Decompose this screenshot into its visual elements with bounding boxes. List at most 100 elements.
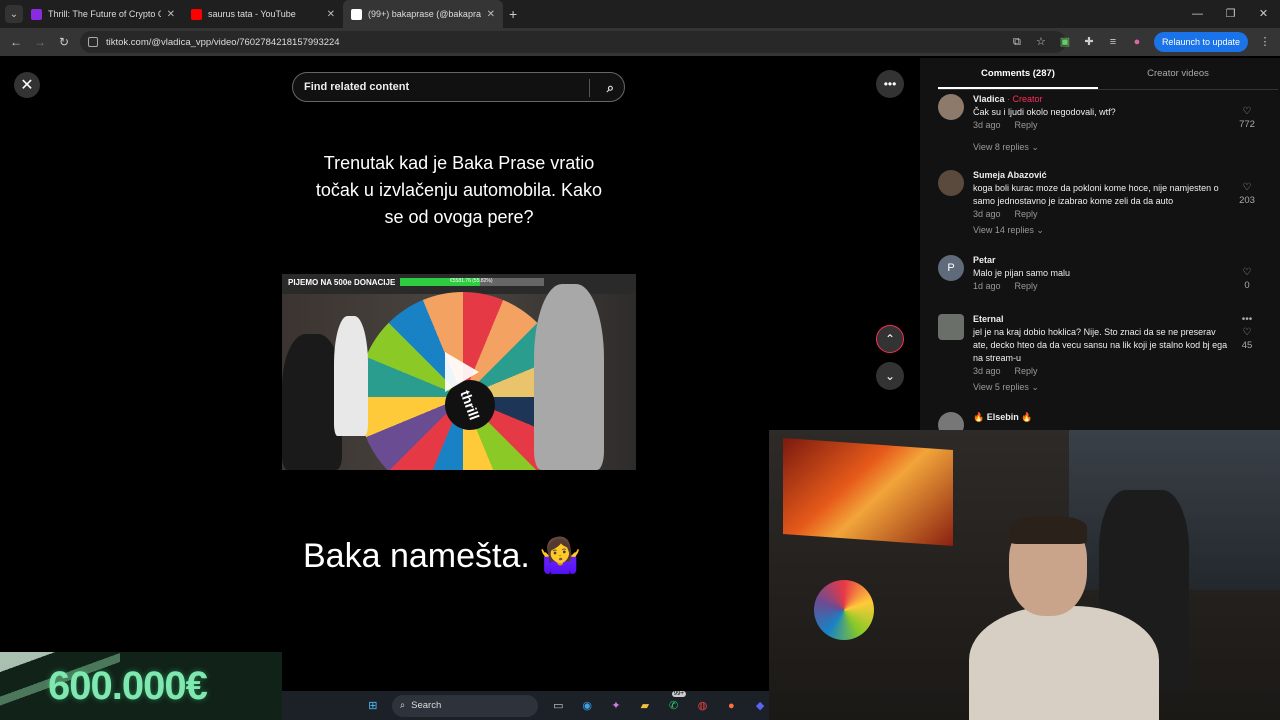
like-count: 45 [1241,340,1253,351]
avatar[interactable] [938,170,964,196]
tiktok-favicon-icon [351,8,362,20]
reply-button[interactable]: Reply [1015,120,1038,130]
back-icon[interactable]: ← [4,35,28,49]
tab-title: saurus tata - YouTube [208,9,296,19]
comment-text: koga boli kurac moze da pokloni kome hoc… [973,183,1219,206]
site-info-icon[interactable] [88,37,98,47]
comment-time: 3d ago [973,209,1001,219]
comment-author[interactable]: Petar [973,255,996,265]
divider [589,79,590,97]
puzzle-icon[interactable]: ✚ [1082,35,1096,49]
tab-creator-videos[interactable]: Creator videos [1098,68,1258,89]
close-tab-icon[interactable]: ✕ [327,9,335,20]
view-replies-button[interactable]: View 14 replies ⌄ [973,225,1233,236]
comment-time: 1d ago [973,281,1001,291]
more-dots-icon[interactable]: ••• [1236,314,1258,325]
avatar[interactable] [938,412,964,430]
bookmark-star-icon[interactable]: ☆ [1034,35,1048,49]
firefox-icon[interactable]: ● [722,697,740,715]
youtube-favicon-icon [191,8,202,20]
cam-tv-fireplace [783,438,953,546]
edge-icon[interactable]: ◉ [578,697,596,715]
comment-item: Vladica · Creator Čak su i ljudi okolo n… [938,94,1258,162]
search-icon: ⌕ [399,700,406,711]
video-caption: Baka nameštа. 🤷‍♀️ [303,537,582,575]
browser-tab-3[interactable]: (99+) bakaprase (@bakaprase) | ✕ [343,0,503,28]
comment-author[interactable]: Vladica [973,94,1005,104]
browser-tab-bar: ⌄ Thrill: The Future of Crypto Casi ✕ sa… [0,0,1280,28]
close-tab-icon[interactable]: ✕ [487,9,495,20]
windows-start-icon[interactable]: ⊞ [364,697,382,715]
comment-author[interactable]: Eternal [973,314,1004,324]
view-replies-button[interactable]: View 8 replies ⌄ [973,142,1233,153]
comment-item: 🔥 Elsebin 🔥 [938,412,1258,430]
reload-icon[interactable]: ↻ [52,35,76,49]
heart-icon: ♡ [1242,106,1252,117]
next-video-button[interactable]: ⌄ [876,362,904,390]
menu-dots-icon[interactable]: ⋮ [1258,35,1272,49]
comment-text: Malo je pijan samo malu [973,268,1071,278]
close-window-icon[interactable]: ✕ [1247,0,1280,28]
restore-icon[interactable]: ❐ [1214,0,1247,28]
relaunch-button[interactable]: Relaunch to update [1153,32,1248,52]
url-text: tiktok.com/@vladica_vpp/video/7602784218… [106,36,340,48]
tab-comments[interactable]: Comments (287) [938,68,1098,89]
reply-button[interactable]: Reply [1015,209,1038,219]
copilot-icon[interactable]: ✦ [607,697,625,715]
notification-badge: 99+ [671,690,686,697]
minimize-icon[interactable]: — [1181,0,1214,28]
cam-hair [1009,516,1087,544]
discord-icon[interactable]: ◆ [751,697,769,715]
tab-title: Thrill: The Future of Crypto Casi [48,9,161,19]
forward-icon[interactable]: → [28,35,52,49]
task-view-icon[interactable]: ▭ [549,697,567,715]
close-tab-icon[interactable]: ✕ [167,9,175,20]
profile-avatar-icon[interactable]: ● [1130,35,1144,49]
chrome-icon[interactable]: ◍ [694,697,712,715]
previous-video-button[interactable]: ⌃ [876,325,904,353]
video-clip[interactable]: thrill PIJEMO NA 500e DONACIJE €5581.76 … [282,274,636,470]
search-input[interactable]: Find related content ⌕ [292,72,625,102]
extension-icon[interactable]: ▣ [1058,35,1072,49]
browser-tab-1[interactable]: Thrill: The Future of Crypto Casi ✕ [23,0,183,28]
view-replies-button[interactable]: View 5 replies ⌄ [973,382,1233,393]
search-icon[interactable]: ⌕ [607,80,614,96]
address-bar[interactable]: tiktok.com/@vladica_vpp/video/7602784218… [80,31,1066,53]
like-button[interactable]: ••• ♡ 45 [1236,314,1258,351]
person-right [534,284,604,470]
tab-search-icon[interactable]: ⌄ [5,5,23,23]
close-video-button[interactable]: ✕ [14,72,40,98]
media-controls-icon[interactable]: ≡ [1106,35,1120,49]
like-button[interactable]: ♡ 0 [1236,267,1258,291]
comment-author[interactable]: Sumeja Abazović [973,170,1047,180]
comment-item: Eternal jel je na kraj dobio hoklica? Ni… [938,314,1258,404]
new-tab-icon[interactable]: + [509,6,517,22]
search-placeholder: Find related content [304,81,410,93]
play-icon[interactable] [445,352,479,392]
install-icon[interactable]: ⧉ [1010,35,1024,49]
file-explorer-icon[interactable]: ▰ [636,697,654,715]
comments-tabs: Comments (287) Creator videos [938,68,1278,90]
tab-title: (99+) bakaprase (@bakaprase) | [368,9,481,19]
window-controls: — ❐ ✕ [1181,0,1280,28]
like-button[interactable]: ♡ 772 [1236,106,1258,130]
browser-tab-2[interactable]: saurus tata - YouTube ✕ [183,0,343,28]
taskbar-search-label: Search [411,700,442,711]
reply-button[interactable]: Reply [1015,366,1038,376]
video-player[interactable]: Find related content ⌕ Trenutak kad je B… [282,58,636,691]
more-options-icon[interactable]: ••• [876,70,904,98]
like-button[interactable]: ♡ 203 [1236,182,1258,206]
heart-icon: ♡ [1242,267,1252,278]
avatar[interactable] [938,314,964,340]
whatsapp-icon[interactable]: ✆ 99+ [665,690,686,715]
donation-banner: PIJEMO NA 500e DONACIJE [288,278,396,287]
webcam-overlay [769,430,1280,720]
avatar[interactable]: P [938,255,964,281]
toolbar-actions: ⧉ ☆ ▣ ✚ ≡ ● Relaunch to update ⋮ [1010,32,1272,52]
taskbar-search[interactable]: ⌕ Search [391,694,539,717]
browser-toolbar: ← → ↻ tiktok.com/@vladica_vpp/video/7602… [0,28,1280,56]
person-left-2 [334,316,368,436]
avatar[interactable] [938,94,964,120]
comment-author[interactable]: 🔥 Elsebin 🔥 [973,412,1032,422]
reply-button[interactable]: Reply [1015,281,1038,291]
